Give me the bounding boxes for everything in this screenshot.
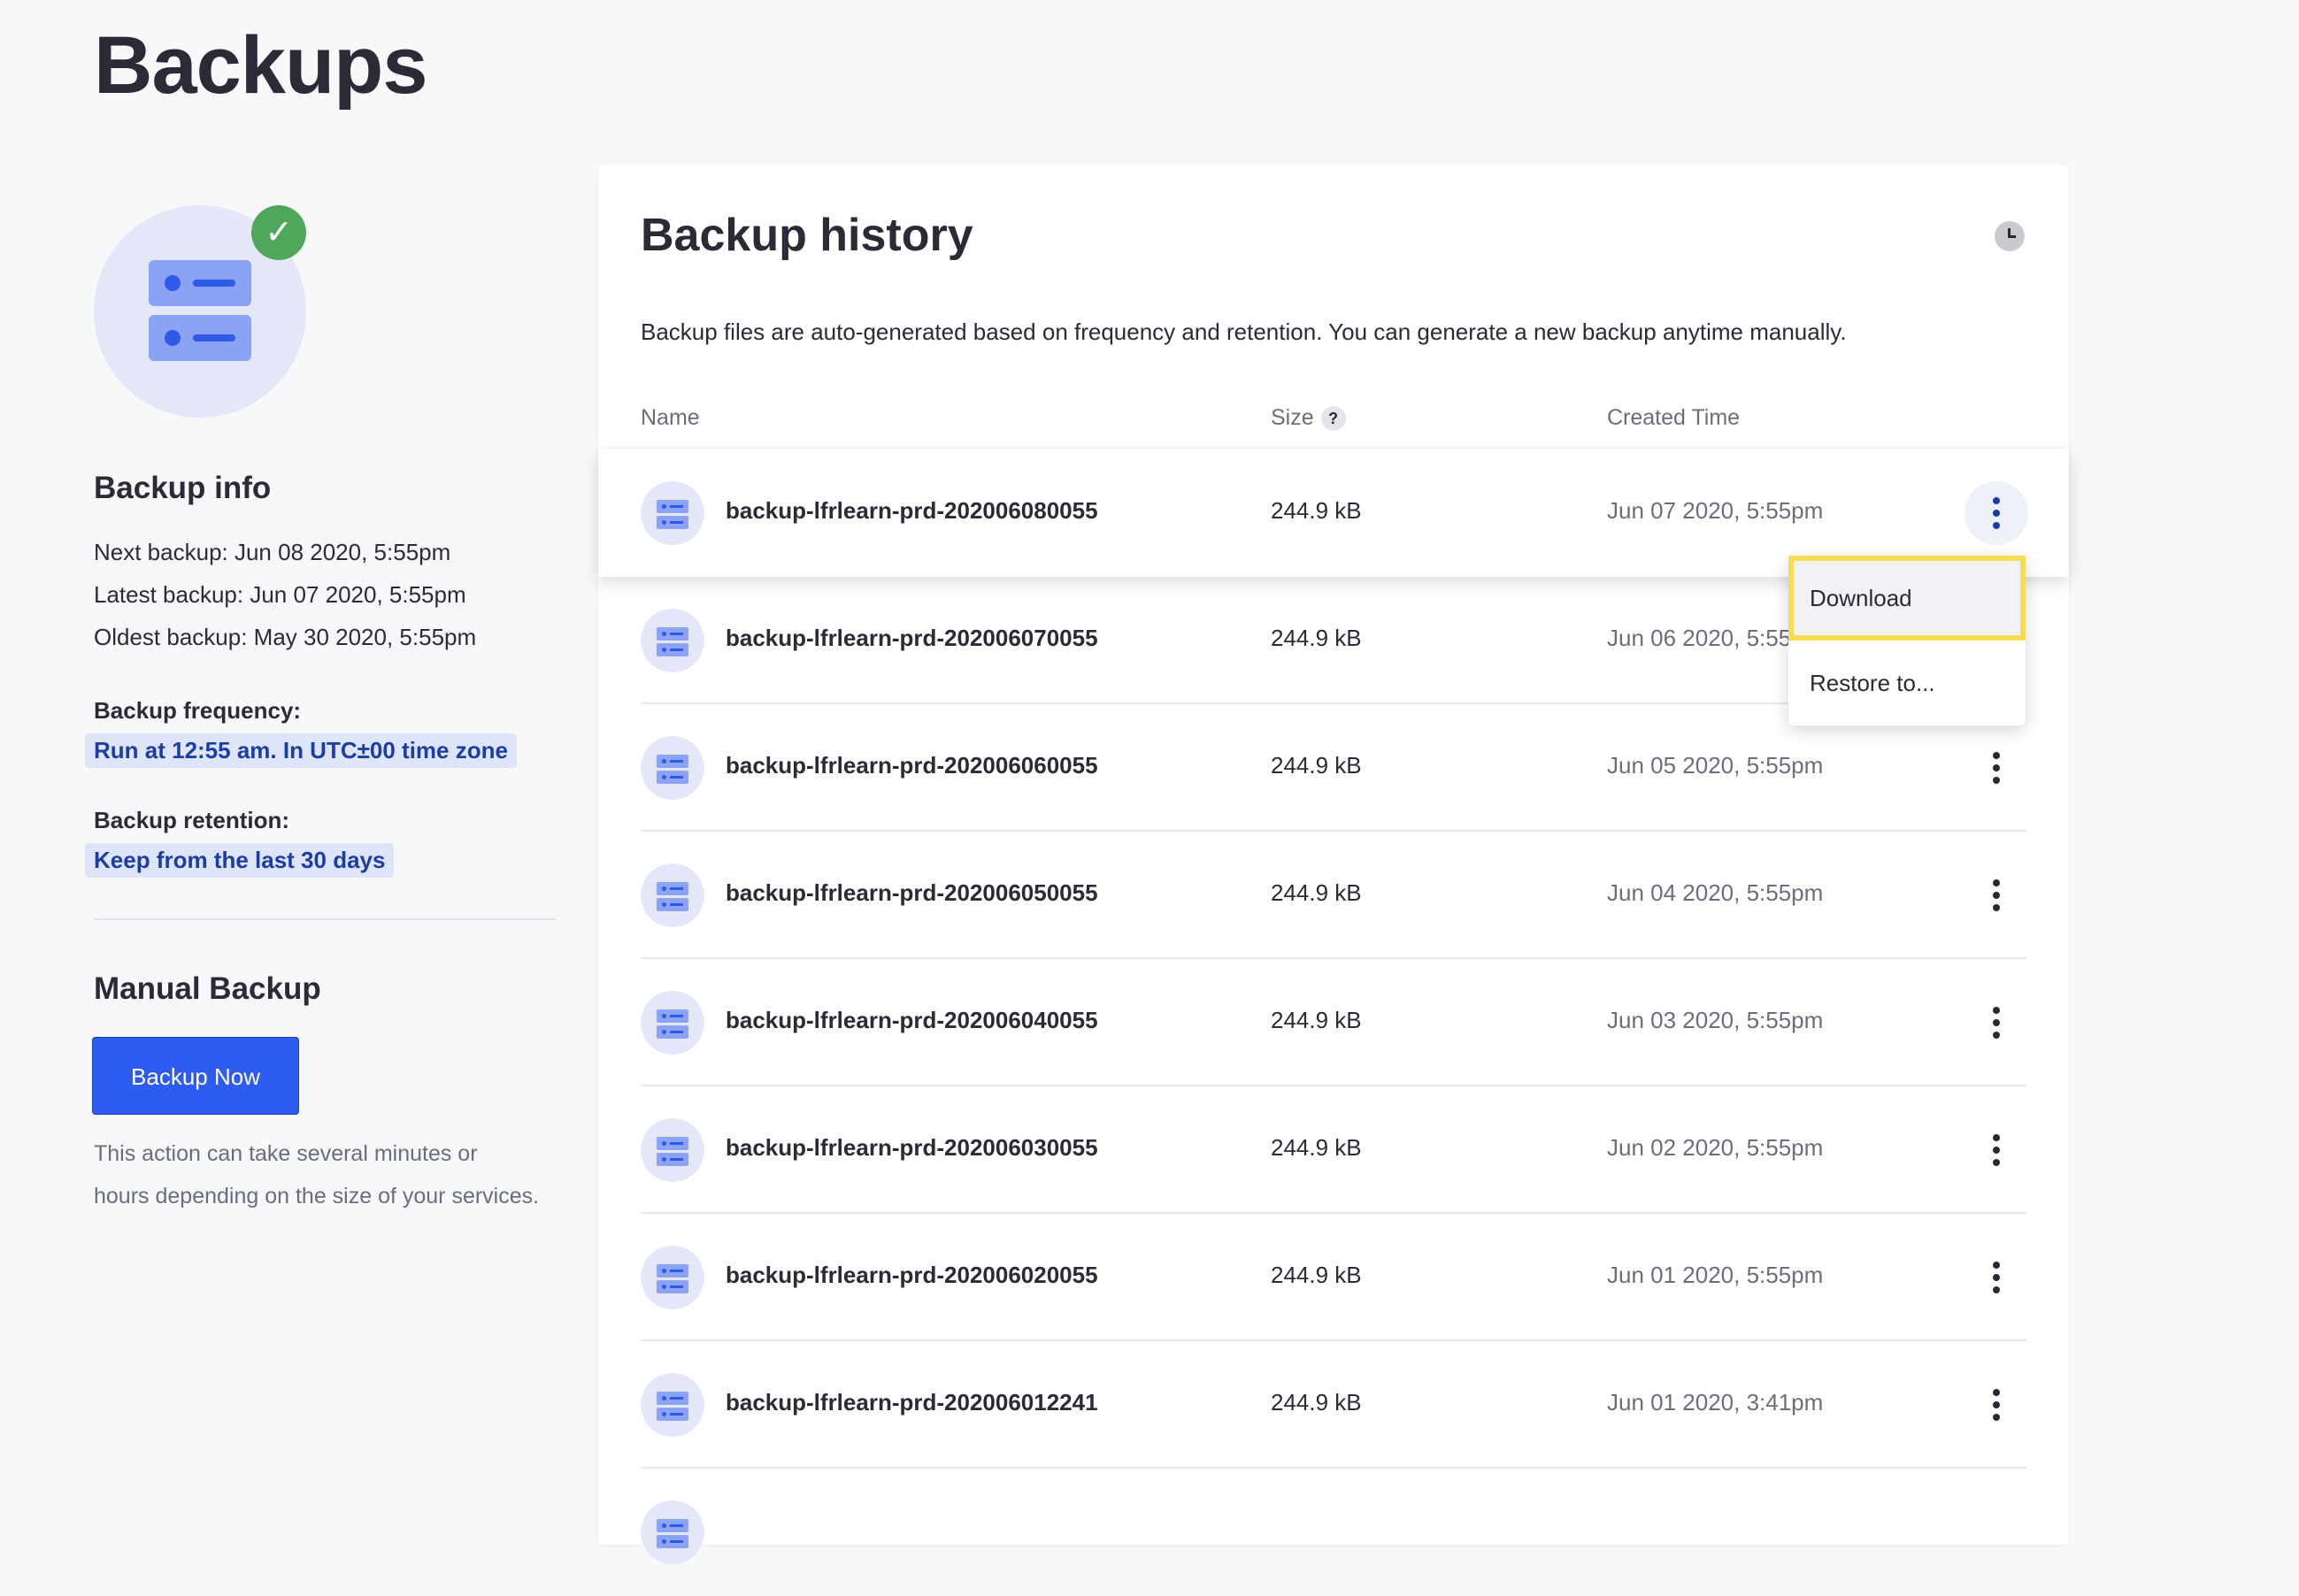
column-header-created: Created Time [1607,405,1741,430]
backup-created-time: Jun 03 2020, 5:55pm [1607,1007,1824,1033]
server-icon [641,1500,704,1564]
backup-created-time: Jun 02 2020, 5:55pm [1607,1134,1824,1161]
backup-size: 244.9 kB [1271,1262,1362,1288]
backup-info-lines: Next backup: Jun 08 2020, 5:55pm Latest … [94,531,557,658]
page-title: Backups [94,20,427,111]
server-icon [149,260,251,306]
frequency-label: Backup frequency: [94,697,302,724]
backup-name: backup-lfrlearn-prd-202006050055 [726,879,1098,906]
manual-backup-title: Manual Backup [94,971,321,1006]
backup-name: backup-lfrlearn-prd-202006060055 [726,752,1098,779]
table-row: backup-lfrlearn-prd-202006050055 244.9 k… [598,832,2069,959]
backup-history-title: Backup history [641,210,973,261]
backup-size: 244.9 kB [1271,625,1362,651]
retention-label: Backup retention: [94,807,290,833]
backup-name: backup-lfrlearn-prd-202006030055 [726,1134,1098,1161]
backup-size: 244.9 kB [1271,1007,1362,1033]
server-icon [641,736,704,800]
help-icon[interactable]: ? [1320,406,1346,432]
backup-history-description: Backup files are auto-generated based on… [641,318,1847,345]
server-icon [149,315,251,361]
backup-created-time: Jun 07 2020, 5:55pm [1607,497,1824,524]
oldest-backup: Oldest backup: May 30 2020, 5:55pm [94,624,477,650]
backup-created-time: Jun 04 2020, 5:55pm [1607,879,1824,906]
backup-now-button[interactable]: Backup Now [92,1037,299,1115]
latest-backup: Latest backup: Jun 07 2020, 5:55pm [94,581,466,608]
check-icon: ✓ [251,205,306,260]
kebab-icon[interactable] [1965,1246,2028,1309]
backup-name: backup-lfrlearn-prd-202006040055 [726,1007,1098,1033]
backup-size: 244.9 kB [1271,1134,1362,1161]
server-icon [641,863,704,927]
backup-name: backup-lfrlearn-prd-202006012241 [726,1389,1098,1416]
backup-status-illustration: ✓ [94,205,306,418]
table-row: backup-lfrlearn-prd-202006040055 244.9 k… [598,959,2069,1086]
server-icon [641,609,704,672]
server-icon [641,991,704,1055]
frequency-value: Run at 12:55 am. In UTC±00 time zone [85,733,517,768]
server-icon [641,1373,704,1437]
backup-size: 244.9 kB [1271,879,1362,906]
backup-size: 244.9 kB [1271,1389,1362,1416]
backup-created-time: Jun 06 2020, 5:55 [1607,625,1792,651]
kebab-icon[interactable] [1965,991,2028,1055]
server-icon [641,1118,704,1182]
backup-created-time: Jun 05 2020, 5:55pm [1607,752,1824,779]
table-row [598,1469,2069,1596]
column-header-size: Size? [1271,405,1346,432]
kebab-icon[interactable] [1965,1373,2028,1437]
backup-info-panel: ✓ Backup info Next backup: Jun 08 2020, … [85,205,557,1217]
next-backup: Next backup: Jun 08 2020, 5:55pm [94,539,451,565]
table-row: backup-lfrlearn-prd-202006012241 244.9 k… [598,1341,2069,1469]
kebab-icon[interactable] [1965,481,2028,545]
table-row: backup-lfrlearn-prd-202006030055 244.9 k… [598,1086,2069,1214]
manual-backup-help: This action can take several minutes or … [94,1141,540,1209]
backup-created-time: Jun 01 2020, 3:41pm [1607,1389,1824,1416]
backup-created-time: Jun 01 2020, 5:55pm [1607,1262,1824,1288]
backup-size: 244.9 kB [1271,752,1362,779]
server-icon [641,481,704,545]
backup-name: backup-lfrlearn-prd-202006020055 [726,1262,1098,1288]
kebab-icon[interactable] [1965,863,2028,927]
column-header-name: Name [641,405,700,430]
divider [94,918,556,920]
menu-item-download[interactable]: Download [1788,556,2026,641]
backup-history-card: Backup history Backup files are auto-gen… [598,165,2069,1564]
server-icon [641,1246,704,1309]
table-row: backup-lfrlearn-prd-202006020055 244.9 k… [598,1214,2069,1341]
backup-name: backup-lfrlearn-prd-202006080055 [726,497,1098,524]
backup-size: 244.9 kB [1271,497,1362,524]
clock-icon[interactable] [1995,221,2025,251]
row-actions-menu: Download Restore to... [1788,556,2026,725]
menu-item-restore[interactable]: Restore to... [1788,641,2026,725]
kebab-icon[interactable] [1965,1118,2028,1182]
backup-info-title: Backup info [94,471,272,505]
backup-name: backup-lfrlearn-prd-202006070055 [726,625,1098,651]
retention-value: Keep from the last 30 days [85,843,395,878]
kebab-icon[interactable] [1965,736,2028,800]
